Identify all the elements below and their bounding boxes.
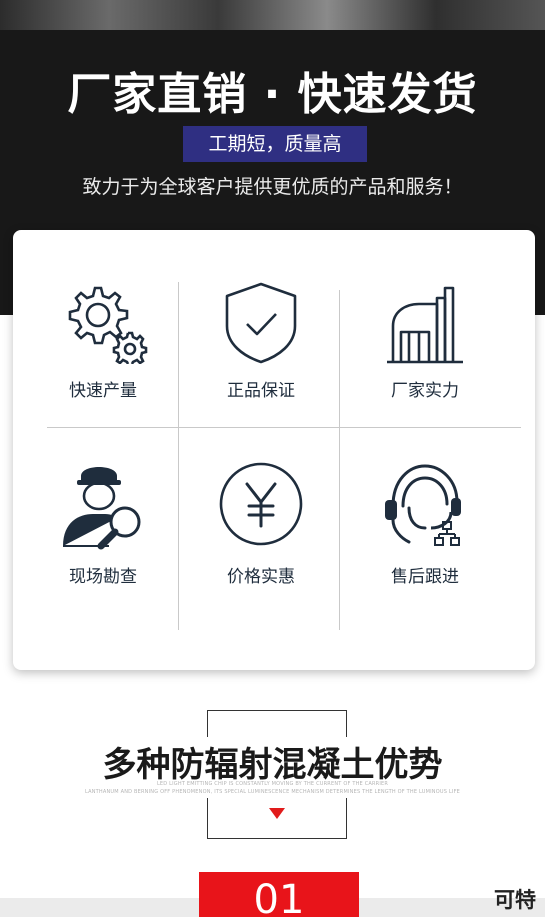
hero-tagline: 致力于为全球客户提供更优质的产品和服务！ [82,176,463,198]
hero-badge: 工期短，质量高 [183,126,367,162]
section-edge-text: 可特 [494,888,536,912]
feature-label: 现场勘查 [69,567,137,587]
feature-genuine-guarantee: 正品保证 [176,282,346,401]
feature-label: 厂家实力 [391,381,459,401]
headset-support-icon [385,464,461,546]
section-subtext: LED LIGHT EMITTING CHIP IS CONSTANTLY MO… [156,781,389,787]
section-title: 多种防辐射混凝土优势 [0,737,545,786]
top-photo-strip [0,0,545,30]
feature-factory-strength: 厂家实力 [340,282,510,401]
grid-divider-h [47,427,521,428]
features-card: 快速产量 正品保证 厂家实力 现场勘查 价格实惠 售后跟进 [13,230,535,670]
feature-label: 快速产量 [69,381,137,401]
inspector-magnifier-icon [63,467,141,550]
section-subtext: LANTHANUM AND BERNING OFF PHENOMENON, IT… [85,789,460,795]
shield-check-icon [225,282,297,364]
gears-icon [68,286,148,364]
hero-headline: 厂家直销 · 快速发货 [67,69,478,120]
factory-icon [387,286,463,364]
feature-fast-production: 快速产量 [18,282,188,401]
feature-after-sales: 售后跟进 [340,458,510,587]
feature-site-survey: 现场勘查 [18,458,188,587]
feature-affordable-price: 价格实惠 [176,458,346,587]
title-frame-top [207,710,347,739]
feature-label: 价格实惠 [227,567,295,587]
yen-coin-icon [219,462,303,546]
feature-label: 售后跟进 [391,567,459,587]
feature-label: 正品保证 [227,381,295,401]
section-number-badge: 01 [199,872,359,917]
down-triangle-icon [269,808,285,819]
